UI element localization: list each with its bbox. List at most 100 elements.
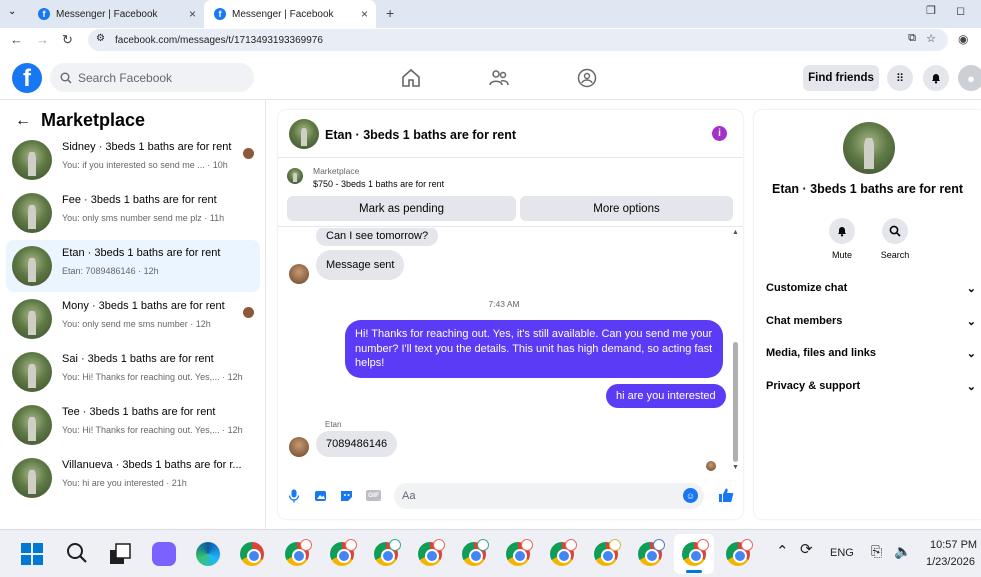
scrollbar-thumb[interactable] bbox=[733, 342, 738, 462]
new-tab-icon[interactable]: + bbox=[386, 5, 394, 21]
chrome-profile-icon[interactable] bbox=[374, 539, 401, 566]
customize-chat-section[interactable]: Customize chat ⌄ bbox=[766, 278, 976, 298]
scroll-down-icon[interactable]: ▼ bbox=[732, 464, 739, 471]
chrome-profile-icon[interactable] bbox=[418, 539, 445, 566]
emoji-icon[interactable]: ☺ bbox=[683, 488, 698, 503]
chrome-profile-icon[interactable] bbox=[285, 539, 312, 566]
chrome-active-icon[interactable] bbox=[682, 539, 709, 566]
groups-icon[interactable] bbox=[576, 67, 598, 89]
search-in-chat-button[interactable]: Search bbox=[875, 218, 915, 260]
more-options-button[interactable]: More options bbox=[520, 196, 733, 221]
restore-window-icon[interactable]: ❐ bbox=[926, 4, 936, 17]
windows-start-icon[interactable] bbox=[21, 543, 43, 565]
chevron-down-icon: ⌄ bbox=[966, 315, 976, 328]
contact-name: Etan · 3beds 1 baths are for rent bbox=[771, 182, 964, 196]
language-indicator[interactable]: ENG bbox=[830, 547, 854, 559]
conversation-item-etan[interactable]: Etan · 3beds 1 baths are for rent Etan: … bbox=[6, 240, 260, 292]
media-files-links-section[interactable]: Media, files and links ⌄ bbox=[766, 343, 976, 363]
message-input[interactable]: Aa ☺ bbox=[394, 483, 704, 509]
facebook-logo-icon[interactable]: f bbox=[12, 63, 42, 93]
close-tab-icon[interactable]: × bbox=[361, 7, 368, 21]
clock-time[interactable]: 10:57 PM bbox=[930, 539, 977, 551]
microphone-icon[interactable] bbox=[288, 489, 300, 503]
browser-tab-2[interactable]: f Messenger | Facebook × bbox=[204, 0, 376, 28]
forward-icon[interactable]: → bbox=[36, 32, 49, 47]
listing-thumbnail[interactable] bbox=[287, 168, 303, 184]
url-field[interactable]: ⚙ facebook.com/messages/t/17134931933699… bbox=[88, 29, 948, 51]
clock-date[interactable]: 1/23/2026 bbox=[926, 556, 975, 568]
close-tab-icon[interactable]: × bbox=[189, 7, 196, 21]
show-hidden-icons-chevron-icon[interactable]: ⌃ bbox=[776, 542, 789, 560]
incoming-message[interactable]: 7089486146 bbox=[316, 431, 398, 457]
sticker-icon[interactable] bbox=[340, 489, 354, 503]
chrome-profile-icon[interactable] bbox=[550, 539, 577, 566]
profile-badge-icon bbox=[741, 539, 753, 551]
message-text: hi are you interested bbox=[616, 389, 716, 402]
menu-grid-button[interactable]: ⠿ bbox=[887, 65, 913, 91]
back-arrow-icon[interactable]: ← bbox=[15, 112, 31, 130]
sync-icon[interactable]: ⟳ bbox=[800, 540, 813, 558]
conversation-item-mony[interactable]: Mony · 3beds 1 baths are for rent You: o… bbox=[6, 293, 260, 345]
mute-button[interactable]: Mute bbox=[822, 218, 862, 260]
info-icon[interactable]: i bbox=[712, 126, 727, 141]
chrome-profile-icon[interactable] bbox=[594, 539, 621, 566]
chrome-profile-icon[interactable] bbox=[506, 539, 533, 566]
search-icon bbox=[889, 225, 901, 237]
sender-avatar bbox=[289, 264, 309, 284]
mark-as-pending-button[interactable]: Mark as pending bbox=[287, 196, 516, 221]
thumbs-up-icon[interactable] bbox=[718, 487, 734, 503]
listing-title[interactable]: $750 - 3beds 1 baths are for rent bbox=[313, 179, 444, 189]
privacy-support-section[interactable]: Privacy & support ⌄ bbox=[766, 376, 976, 396]
conversation-item-sai[interactable]: Sai · 3beds 1 baths are for rent You: Hi… bbox=[6, 346, 260, 398]
message-scrollbar[interactable]: ▲ ▼ bbox=[732, 229, 739, 472]
search-icon[interactable] bbox=[66, 542, 88, 564]
task-view-icon[interactable] bbox=[108, 542, 132, 566]
chrome-profile-icon[interactable] bbox=[638, 539, 665, 566]
facebook-favicon-icon: f bbox=[38, 8, 50, 20]
avatar bbox=[12, 299, 52, 339]
volume-icon[interactable]: 🔈 bbox=[894, 543, 911, 560]
find-friends-button[interactable]: Find friends bbox=[803, 65, 879, 91]
chat-avatar[interactable] bbox=[289, 119, 319, 149]
minimize-icon[interactable]: ◻ bbox=[956, 4, 965, 17]
chrome-profile-icon[interactable] bbox=[726, 539, 753, 566]
contact-avatar[interactable] bbox=[843, 122, 895, 174]
conversation-item-fee[interactable]: Fee · 3beds 1 baths are for rent You: on… bbox=[6, 187, 260, 239]
chat-members-section[interactable]: Chat members ⌄ bbox=[766, 311, 976, 331]
message-composer: GIF Aa ☺ bbox=[278, 480, 743, 516]
site-info-icon[interactable]: ⚙ bbox=[96, 33, 105, 44]
network-icon[interactable]: ⎘ bbox=[871, 543, 882, 560]
search-label: Search bbox=[880, 250, 910, 260]
teams-chat-icon[interactable] bbox=[152, 542, 176, 566]
photo-icon[interactable] bbox=[314, 489, 328, 503]
home-icon[interactable] bbox=[400, 67, 422, 89]
conversation-list-pane: ← Marketplace Sidney · 3beds 1 baths are… bbox=[0, 100, 266, 529]
conversation-item-villanueva[interactable]: Villanueva · 3beds 1 baths are for r... … bbox=[6, 452, 260, 504]
outgoing-message[interactable]: hi are you interested bbox=[606, 384, 726, 408]
gif-icon[interactable]: GIF bbox=[366, 490, 381, 501]
sender-avatar bbox=[289, 437, 309, 457]
outgoing-message[interactable]: Hi! Thanks for reaching out. Yes, it's s… bbox=[345, 320, 723, 378]
notifications-button[interactable] bbox=[923, 65, 949, 91]
friends-icon[interactable] bbox=[488, 67, 510, 89]
incoming-message[interactable]: Can I see tomorrow? bbox=[316, 228, 439, 246]
profile-icon[interactable]: ◉ bbox=[958, 32, 968, 46]
incoming-message[interactable]: Message sent bbox=[316, 250, 405, 280]
chrome-profile-icon[interactable] bbox=[462, 539, 489, 566]
account-avatar[interactable]: ● bbox=[958, 65, 981, 91]
back-icon[interactable]: ← bbox=[10, 32, 23, 47]
chrome-profile-icon[interactable] bbox=[330, 539, 357, 566]
conversation-item-sidney[interactable]: Sidney · 3beds 1 baths are for rent You:… bbox=[6, 134, 260, 186]
bookmark-star-icon[interactable]: ☆ bbox=[926, 32, 936, 45]
url-text: facebook.com/messages/t/1713493193369976 bbox=[115, 34, 323, 46]
tab-list-chevron-icon[interactable]: ⌄ bbox=[8, 6, 16, 17]
reload-icon[interactable]: ↻ bbox=[62, 32, 73, 48]
browser-tab-1[interactable]: f Messenger | Facebook × bbox=[28, 0, 204, 28]
edge-browser-icon[interactable] bbox=[196, 542, 220, 566]
chrome-icon[interactable] bbox=[240, 542, 264, 566]
search-facebook-input[interactable]: Search Facebook bbox=[50, 63, 254, 92]
install-app-icon[interactable]: ⧉ bbox=[908, 32, 916, 45]
conversation-item-tee[interactable]: Tee · 3beds 1 baths are for rent You: Hi… bbox=[6, 399, 260, 451]
chat-title[interactable]: Etan · 3beds 1 baths are for rent bbox=[325, 128, 516, 142]
scroll-up-icon[interactable]: ▲ bbox=[732, 229, 739, 236]
